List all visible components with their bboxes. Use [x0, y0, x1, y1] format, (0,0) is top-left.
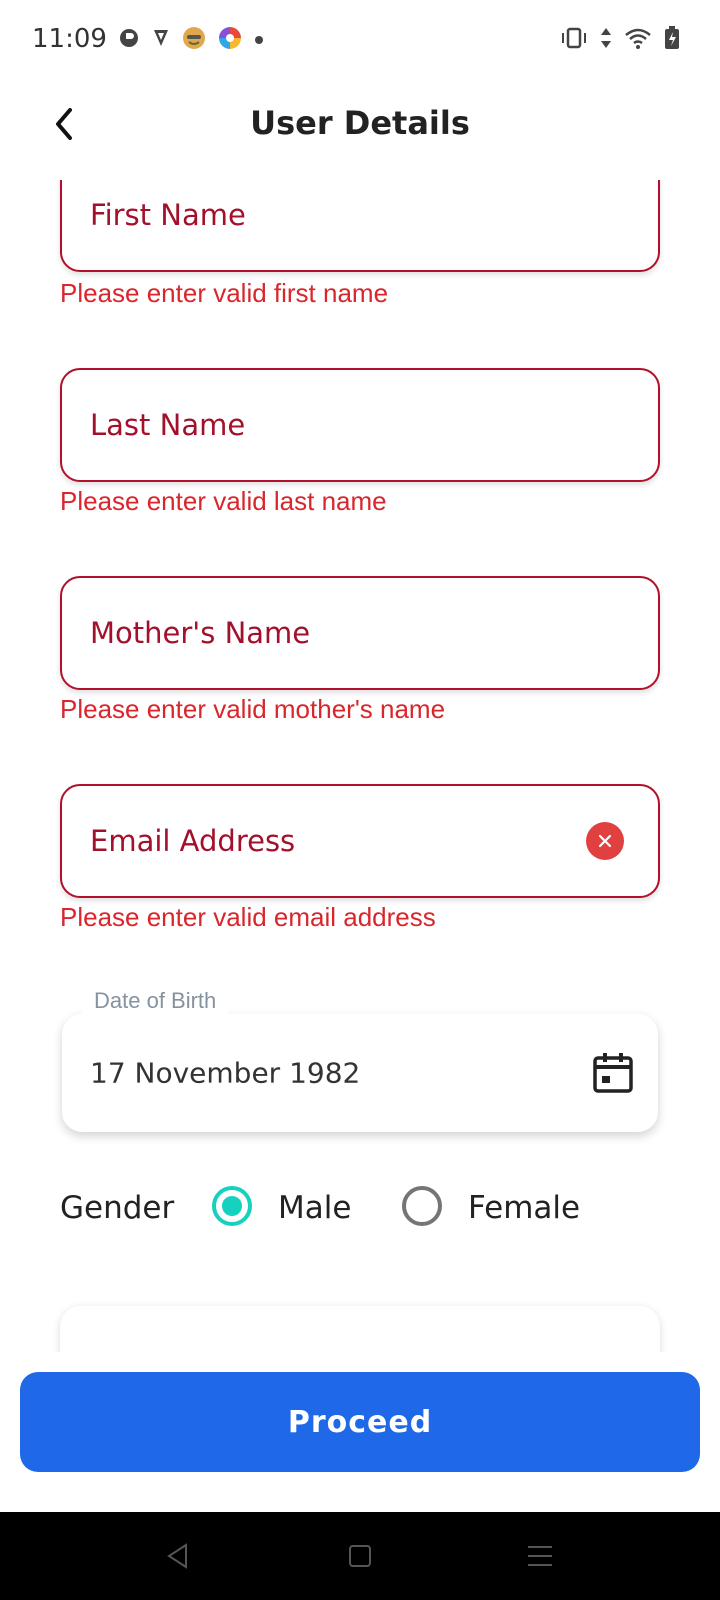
gender-label: Gender [60, 1190, 175, 1226]
system-nav-bar [0, 1512, 720, 1600]
system-status-icons [560, 26, 680, 55]
colorful-app-notification-icon [218, 26, 242, 55]
gender-row: Gender Male Female [60, 1180, 660, 1240]
mother-name-error: Please enter valid mother's name [60, 694, 446, 724]
radio-female[interactable] [402, 1186, 442, 1226]
calendar-icon[interactable] [592, 1052, 634, 1094]
app-bar: User Details [0, 80, 720, 172]
battery-charging-icon [664, 26, 680, 55]
nav-home-button[interactable] [336, 1532, 384, 1580]
date-of-birth-value: 17 November 1982 [90, 1056, 361, 1090]
mother-name-field[interactable]: Mother's Name [60, 576, 660, 690]
last-name-field[interactable]: Last Name [60, 368, 660, 482]
avatar-notification-icon [182, 26, 206, 55]
first-name-error: Please enter valid first name [60, 278, 389, 308]
status-bar: 11:09 [0, 0, 720, 80]
date-of-birth-label: Date of Birth [82, 988, 229, 1014]
notification-icons [118, 26, 264, 55]
proceed-label: Proceed [287, 1404, 433, 1440]
nav-menu-icon [528, 1546, 552, 1566]
more-notifications-dot-icon [254, 32, 264, 50]
radio-female-label[interactable]: Female [468, 1190, 580, 1226]
vpn-notification-icon [152, 27, 170, 54]
status-time: 11:09 [32, 24, 107, 54]
date-of-birth-field[interactable]: Date of Birth 17 November 1982 [62, 988, 658, 1132]
last-name-placeholder: Last Name [90, 408, 246, 442]
vibrate-icon [560, 27, 588, 54]
clear-icon[interactable] [586, 822, 624, 860]
nav-menu-button[interactable] [516, 1532, 564, 1580]
data-transfer-icon [600, 27, 612, 54]
page-title: User Details [250, 104, 470, 142]
first-name-placeholder: First Name [90, 198, 246, 232]
email-field[interactable]: Email Address [60, 784, 660, 898]
email-placeholder: Email Address [90, 824, 296, 858]
email-error: Please enter valid email address [60, 902, 436, 932]
radio-male-label[interactable]: Male [278, 1190, 351, 1226]
nav-home-icon [349, 1545, 371, 1567]
next-field-card[interactable] [60, 1306, 660, 1352]
nav-back-button[interactable] [154, 1532, 202, 1580]
proceed-button[interactable]: Proceed [20, 1372, 700, 1472]
first-name-field[interactable]: First Name [60, 180, 660, 272]
last-name-error: Please enter valid last name [60, 486, 387, 516]
form-scroll-area[interactable]: First Name Please enter valid first name… [0, 180, 720, 1352]
mother-name-placeholder: Mother's Name [90, 616, 311, 650]
radio-male[interactable] [212, 1186, 252, 1226]
app-notification-icon [118, 27, 140, 54]
nav-back-icon [167, 1543, 187, 1569]
wifi-icon [624, 27, 652, 54]
